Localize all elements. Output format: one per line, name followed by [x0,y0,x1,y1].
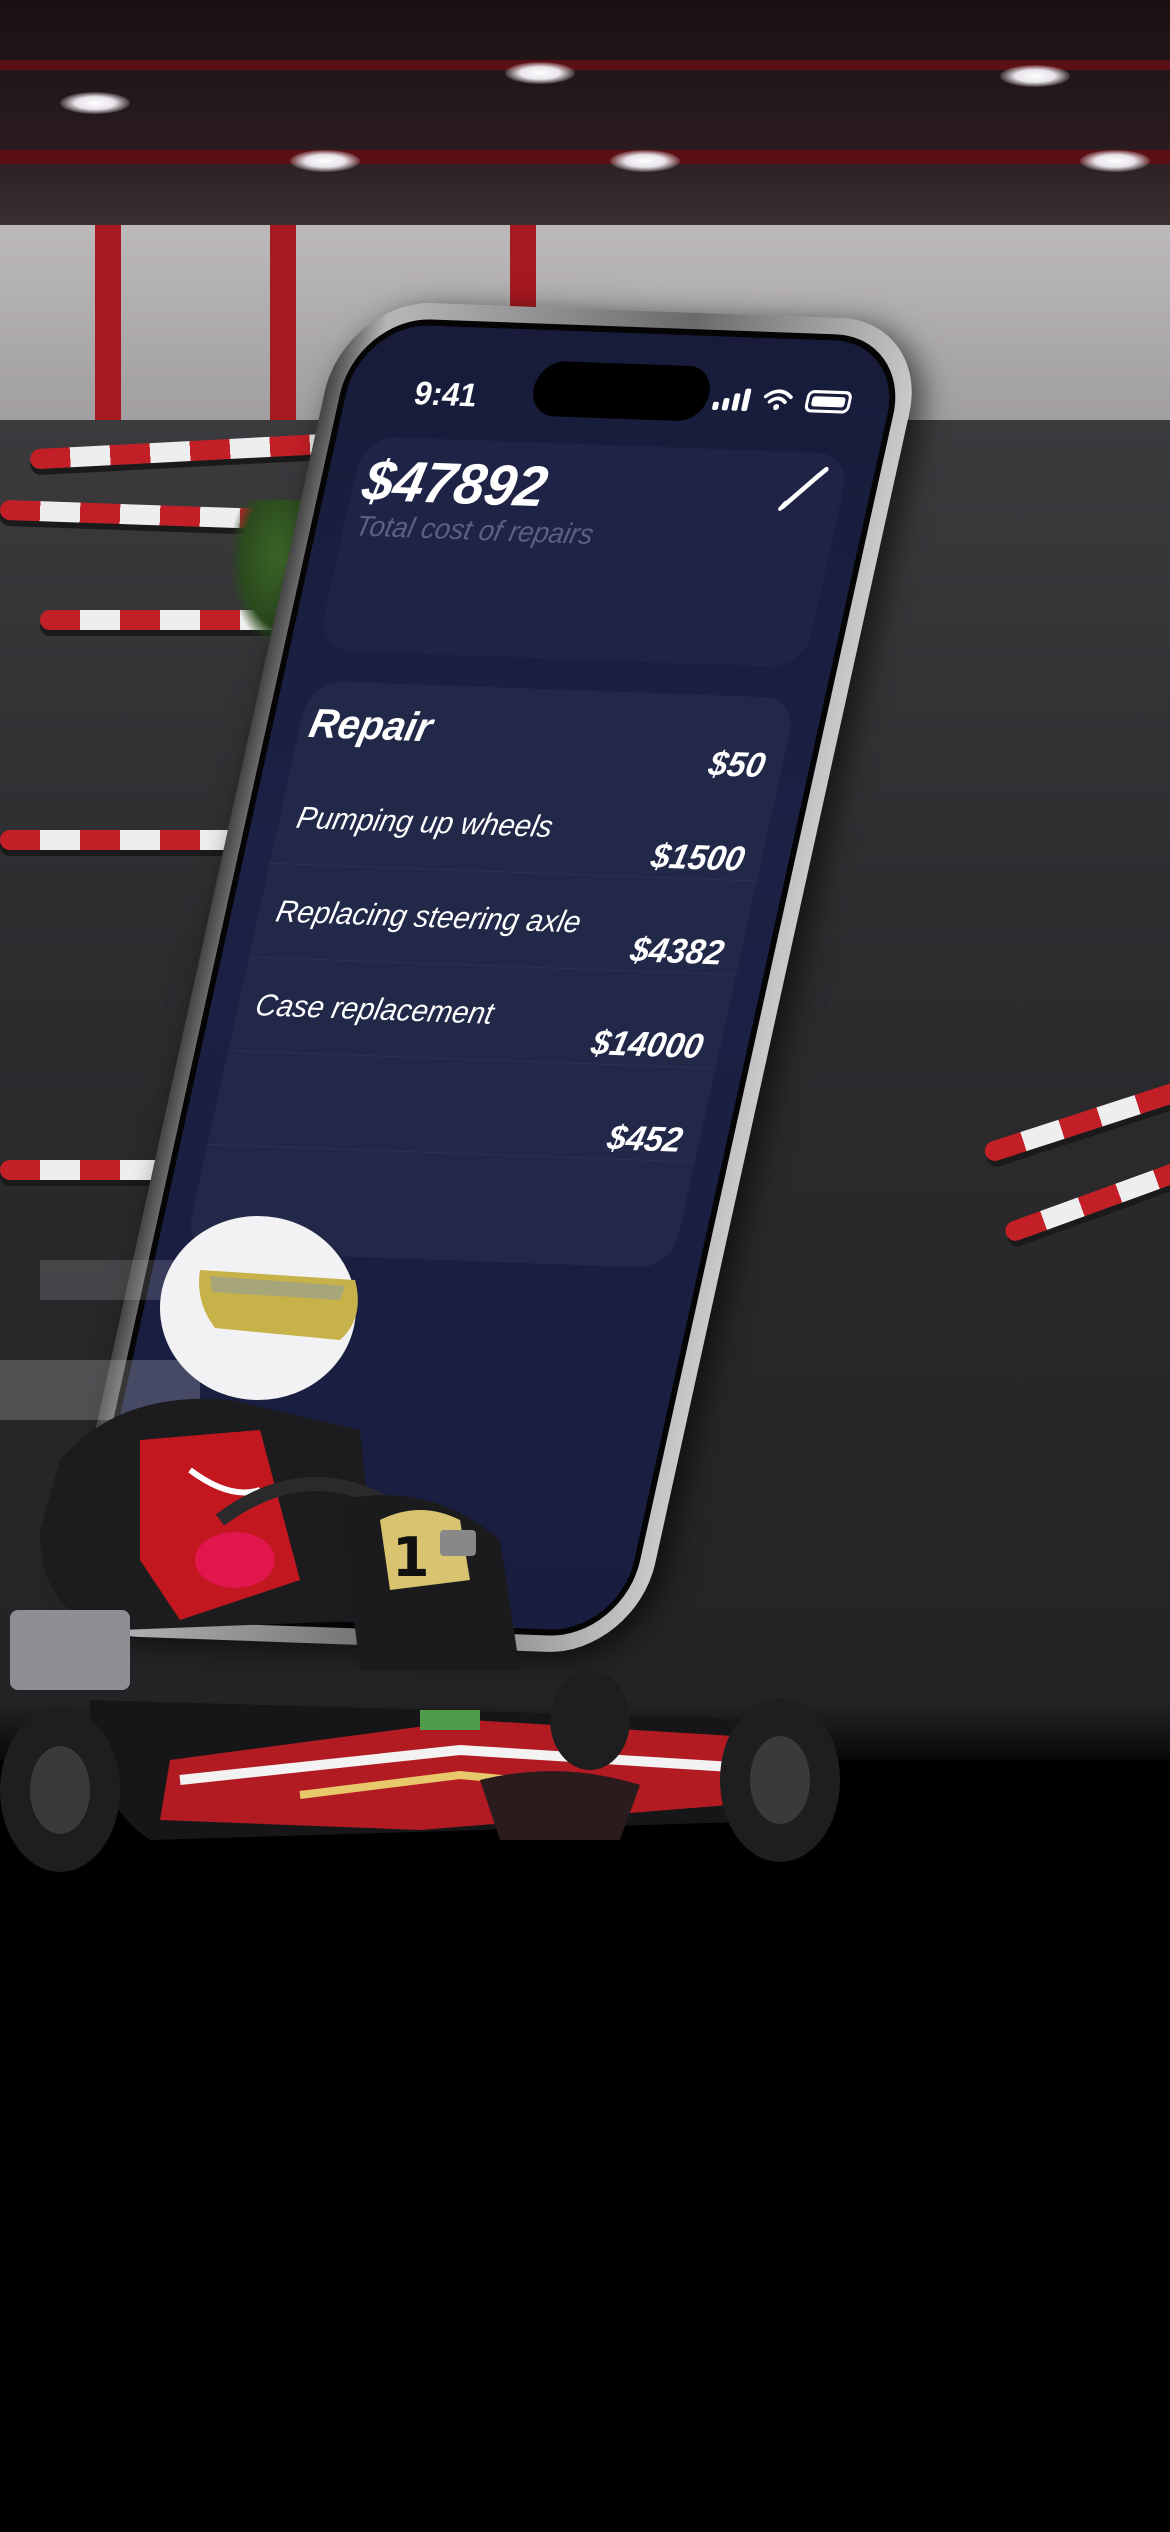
repair-item-name: Pumping up wheels [293,801,557,845]
ceiling-light [60,92,130,114]
red-pillar [270,225,296,435]
repair-item-cost: $14000 [587,1023,707,1067]
hall-ceiling [0,0,1170,240]
go-kart-racer-illustration: 1 [0,1216,840,1872]
repair-item-cost: $50 [705,744,769,786]
ceiling-beam [0,60,1170,70]
onboard-camera [440,1530,476,1556]
repair-item-cost: $4382 [626,930,728,973]
cellular-signal-icon [711,385,752,412]
ceiling-light [610,150,680,172]
ceiling-light [505,62,575,84]
wifi-icon [763,389,793,411]
sponsor-decal [420,1710,480,1730]
repair-item-cost: $1500 [647,836,749,879]
battery-icon [803,389,854,414]
dynamic-island [527,360,716,422]
front-nose [480,1771,640,1840]
total-cost-value: $47892 [357,447,554,519]
ceiling-light [1000,65,1070,87]
status-icons [711,385,854,414]
repair-list: Pumping up wheels $50 Replacing steering… [187,744,778,1256]
kart-number: 1 [392,1526,430,1589]
status-time: 9:41 [410,374,482,414]
racing-glove [195,1532,275,1588]
kart-engine [10,1610,130,1690]
status-bar: 9:41 [341,323,903,434]
repair-item-name: Replacing steering axle [272,894,585,940]
ceiling-light [290,150,360,172]
wheel-hub [750,1736,810,1824]
repair-item-name: Case replacement [252,988,497,1031]
wheel-hub [30,1746,90,1834]
kart-wheel [550,1670,630,1770]
ceiling-light [1080,150,1150,172]
repair-item-cost: $452 [603,1118,687,1160]
ceiling-beam [0,150,1170,164]
repair-section-title: Repair [305,701,437,751]
red-pillar [95,225,121,435]
